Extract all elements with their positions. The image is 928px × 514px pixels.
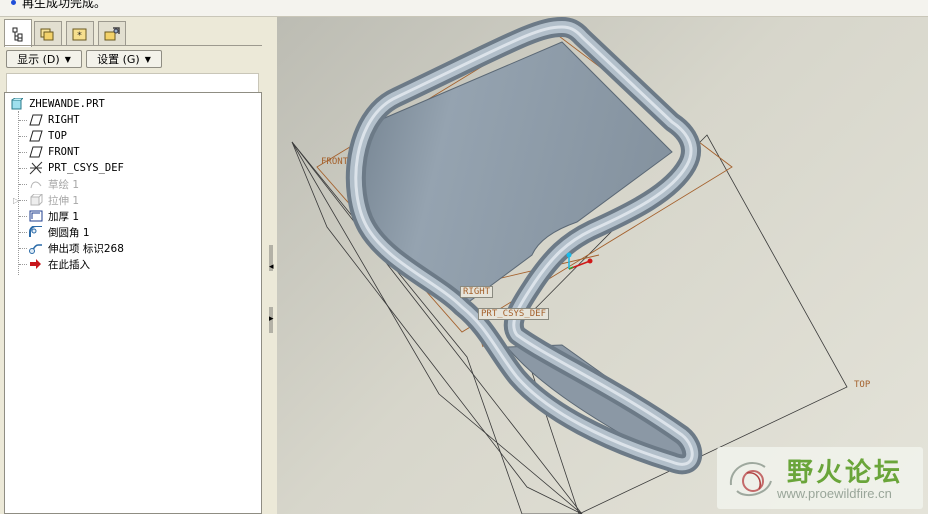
datum-label-right[interactable]: RIGHT xyxy=(460,286,494,298)
tree-item-insert-here[interactable]: 在此插入 xyxy=(29,256,90,272)
tab-folder-browser[interactable] xyxy=(34,21,62,45)
tree-item-top[interactable]: TOP xyxy=(29,128,67,144)
forum-logo-icon xyxy=(729,462,772,497)
navigator-tabs: * xyxy=(4,19,262,47)
thicken-icon xyxy=(29,210,43,222)
part-icon xyxy=(10,98,24,110)
tree-item-right[interactable]: RIGHT xyxy=(29,112,80,128)
status-bar: 再生成功完成。 xyxy=(0,0,928,17)
model-view[interactable] xyxy=(277,17,928,514)
favorites-icon: * xyxy=(72,28,87,41)
forum-watermark: 野火论坛 www.proewildfire.cn xyxy=(717,447,923,509)
datum-plane-icon xyxy=(29,130,43,142)
tree-item-round[interactable]: 倒圆角 1 xyxy=(29,224,90,240)
expand-icon[interactable]: ▷ xyxy=(13,196,29,205)
status-info-icon xyxy=(11,0,16,5)
show-dropdown-button[interactable]: 显示 (D) ▼ xyxy=(6,50,82,68)
settings-dropdown-button[interactable]: 设置 (G) ▼ xyxy=(86,50,162,68)
collapse-left-icon[interactable]: ◂ xyxy=(269,262,274,272)
chevron-down-icon: ▼ xyxy=(64,54,71,64)
tree-item-thicken[interactable]: 加厚 1 xyxy=(29,208,79,224)
panel-splitter[interactable]: ◂ ▸ xyxy=(267,17,277,514)
datum-plane-icon xyxy=(29,114,43,126)
navigator-panel: * 显示 (D) ▼ 设置 (G) ▼ ZHEWANDE.PRT RIGHT T… xyxy=(0,17,268,514)
model-tree[interactable]: ZHEWANDE.PRT RIGHT TOP FRONT PRT_CSYS_DE… xyxy=(4,92,262,514)
tree-item-sketch[interactable]: 草绘 1 xyxy=(29,176,79,192)
chevron-down-icon: ▼ xyxy=(144,54,151,64)
folder-browser-icon xyxy=(40,28,54,40)
tree-item-front[interactable]: FRONT xyxy=(29,144,80,160)
datum-label-top[interactable]: TOP xyxy=(854,380,870,390)
connections-icon xyxy=(104,26,120,40)
tree-item-protrusion[interactable]: 伸出项 标识268 xyxy=(29,240,124,256)
datum-label-csys[interactable]: PRT_CSYS_DEF xyxy=(478,308,550,320)
tree-filter-bar[interactable] xyxy=(6,73,259,93)
expand-right-icon[interactable]: ▸ xyxy=(269,314,274,324)
model-tree-icon xyxy=(12,27,23,41)
tab-model-tree[interactable] xyxy=(4,19,32,47)
tree-item-extrude[interactable]: ▷ 拉伸 1 xyxy=(13,192,79,208)
svg-text:*: * xyxy=(77,31,82,41)
tab-connections[interactable] xyxy=(98,21,126,45)
watermark-title: 野火论坛 xyxy=(787,458,904,488)
coordinate-system-icon xyxy=(29,161,43,175)
sketch-icon xyxy=(29,178,43,190)
round-icon xyxy=(29,226,43,238)
insert-here-icon xyxy=(29,258,43,270)
protrusion-icon xyxy=(29,242,43,254)
tab-favorites[interactable]: * xyxy=(66,21,94,45)
extrude-icon xyxy=(29,194,43,206)
datum-label-front[interactable]: FRONT xyxy=(321,157,348,167)
tree-item-csys[interactable]: PRT_CSYS_DEF xyxy=(29,160,124,176)
graphics-window[interactable]: FRONT RIGHT PRT_CSYS_DEF TOP xyxy=(277,17,928,514)
watermark-url: www.proewildfire.cn xyxy=(777,486,892,501)
datum-plane-icon xyxy=(29,146,43,158)
sheet-metal-part[interactable] xyxy=(345,17,703,475)
tree-root-part[interactable]: ZHEWANDE.PRT xyxy=(10,96,105,112)
status-message: 再生成功完成。 xyxy=(22,0,107,10)
